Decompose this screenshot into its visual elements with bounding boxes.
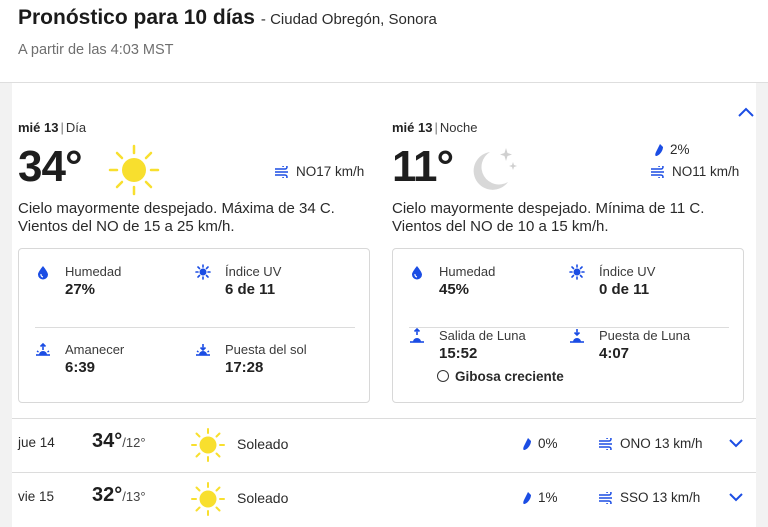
moon-phase-label: Gibosa creciente xyxy=(455,369,564,384)
right-gutter xyxy=(756,83,768,527)
moonrise-icon xyxy=(410,328,424,343)
row-condition: Soleado xyxy=(237,436,289,452)
chevron-down-icon[interactable] xyxy=(728,437,744,449)
day-temperature: 34° xyxy=(18,142,83,191)
humidity-drop-icon xyxy=(412,266,422,280)
night-period-label: mié 13 | Noche xyxy=(392,120,752,138)
sunset-icon xyxy=(196,344,210,356)
title-line: Pronóstico para 10 días - Ciudad Obregón,… xyxy=(18,6,437,30)
humidity-value: 27% xyxy=(65,281,96,298)
uv-index-icon xyxy=(195,264,211,280)
daily-row[interactable]: vie 15 32°/13° Soleado 1% SSO 13 km/h xyxy=(12,472,756,524)
forecast-header: Pronóstico para 10 días - Ciudad Obregón,… xyxy=(0,0,768,83)
as-of-timestamp: A partir de las 4:03 MST xyxy=(18,42,174,58)
card-divider xyxy=(35,327,355,328)
night-wind-value: NO11 km/h xyxy=(672,164,740,179)
night-period: Noche xyxy=(439,120,478,135)
night-details-card: Humedad 45% Índice UV 0 de 11 Salida de … xyxy=(392,248,744,403)
sun-icon xyxy=(191,428,225,462)
day-temp-row: 34° NO17 km/h xyxy=(18,142,378,196)
night-wind: NO11 km/h xyxy=(650,164,740,181)
moonrise-label: Salida de Luna xyxy=(439,328,526,343)
left-gutter xyxy=(0,83,12,527)
day-column: mié 13 | Día 34° NO17 km/h Cielo mayorment… xyxy=(18,120,378,236)
moonset-value: 4:07 xyxy=(599,345,630,362)
row-temps: 32°/13° xyxy=(92,484,146,507)
row-precip-value: 1% xyxy=(538,490,558,505)
night-precip-value: 2% xyxy=(670,142,690,157)
night-column: mié 13 | Noche 11° 2% NO11 km/h Cielo mayo… xyxy=(392,120,752,236)
humidity-drop-icon xyxy=(38,266,48,280)
day-period-label: mié 13 | Día xyxy=(18,120,378,138)
row-precip-value: 0% xyxy=(538,436,558,451)
moon-phase-icon xyxy=(437,370,449,382)
moonset-icon xyxy=(570,329,584,343)
row-wind-value: ONO 13 km/h xyxy=(620,436,703,451)
wind-icon xyxy=(275,164,288,181)
row-precip: 1% xyxy=(522,490,558,505)
row-low: /12° xyxy=(122,435,146,450)
row-condition: Soleado xyxy=(237,490,289,506)
sunrise-value: 6:39 xyxy=(65,359,96,376)
row-wind-value: SSO 13 km/h xyxy=(620,490,701,505)
raindrop-icon xyxy=(523,438,531,451)
separator: | xyxy=(434,120,438,135)
sunset-value: 17:28 xyxy=(225,359,264,376)
chevron-down-icon[interactable] xyxy=(728,491,744,503)
day-date: mié 13 xyxy=(18,120,59,135)
row-low: /13° xyxy=(122,489,146,504)
row-high: 34° xyxy=(92,430,123,452)
raindrop-icon xyxy=(523,492,531,505)
sunrise-icon xyxy=(36,342,50,356)
row-high: 32° xyxy=(92,484,123,506)
day-wind-value: NO17 km/h xyxy=(296,164,365,179)
night-precip: 2% xyxy=(654,142,690,157)
humidity-label: Humedad xyxy=(439,264,496,279)
uv-index-icon xyxy=(569,264,585,280)
humidity-value: 45% xyxy=(439,281,470,298)
day-period: Día xyxy=(65,120,87,135)
moonrise-value: 15:52 xyxy=(439,345,478,362)
day-wind: NO17 km/h xyxy=(274,164,365,181)
moon-stars-icon xyxy=(468,144,520,201)
row-wind: ONO 13 km/h xyxy=(598,436,703,453)
collapse-chevron-up-icon[interactable] xyxy=(736,104,756,120)
wind-icon xyxy=(599,436,612,453)
humidity-label: Humedad xyxy=(65,264,122,279)
row-wind: SSO 13 km/h xyxy=(598,490,701,507)
page-title: Pronóstico para 10 días xyxy=(18,6,255,29)
row-day: jue 14 xyxy=(18,435,55,450)
daily-row[interactable]: jue 14 34°/12° Soleado 0% ONO 13 km/h xyxy=(12,418,756,470)
row-precip: 0% xyxy=(522,436,558,451)
raindrop-icon xyxy=(655,144,663,157)
night-date: mié 13 xyxy=(392,120,433,135)
wind-icon xyxy=(599,490,612,507)
sunrise-label: Amanecer xyxy=(65,342,125,357)
night-temperature: 11° xyxy=(392,142,454,191)
separator: | xyxy=(60,120,64,135)
day-narrative: Cielo mayormente despejado. Máxima de 34… xyxy=(18,200,335,235)
sunset-label: Puesta del sol xyxy=(225,342,307,357)
uv-label: Índice UV xyxy=(225,264,282,279)
wind-icon xyxy=(651,164,664,181)
uv-value: 6 de 11 xyxy=(225,281,276,298)
location-label: - Ciudad Obregón, Sonora xyxy=(260,11,437,28)
sun-icon xyxy=(191,482,225,516)
moonset-label: Puesta de Luna xyxy=(599,328,691,343)
row-temps: 34°/12° xyxy=(92,430,146,453)
uv-label: Índice UV xyxy=(599,264,656,279)
day-details-card: Humedad 27% Índice UV 6 de 11 Amanecer 6… xyxy=(18,248,370,403)
uv-value: 0 de 11 xyxy=(599,281,650,298)
night-narrative: Cielo mayormente despejado. Mínima de 11… xyxy=(392,200,705,235)
sun-icon xyxy=(108,144,160,201)
row-day: vie 15 xyxy=(18,489,55,504)
moon-phase: Gibosa creciente xyxy=(437,369,564,384)
night-temp-row: 11° 2% NO11 km/h xyxy=(392,142,752,196)
